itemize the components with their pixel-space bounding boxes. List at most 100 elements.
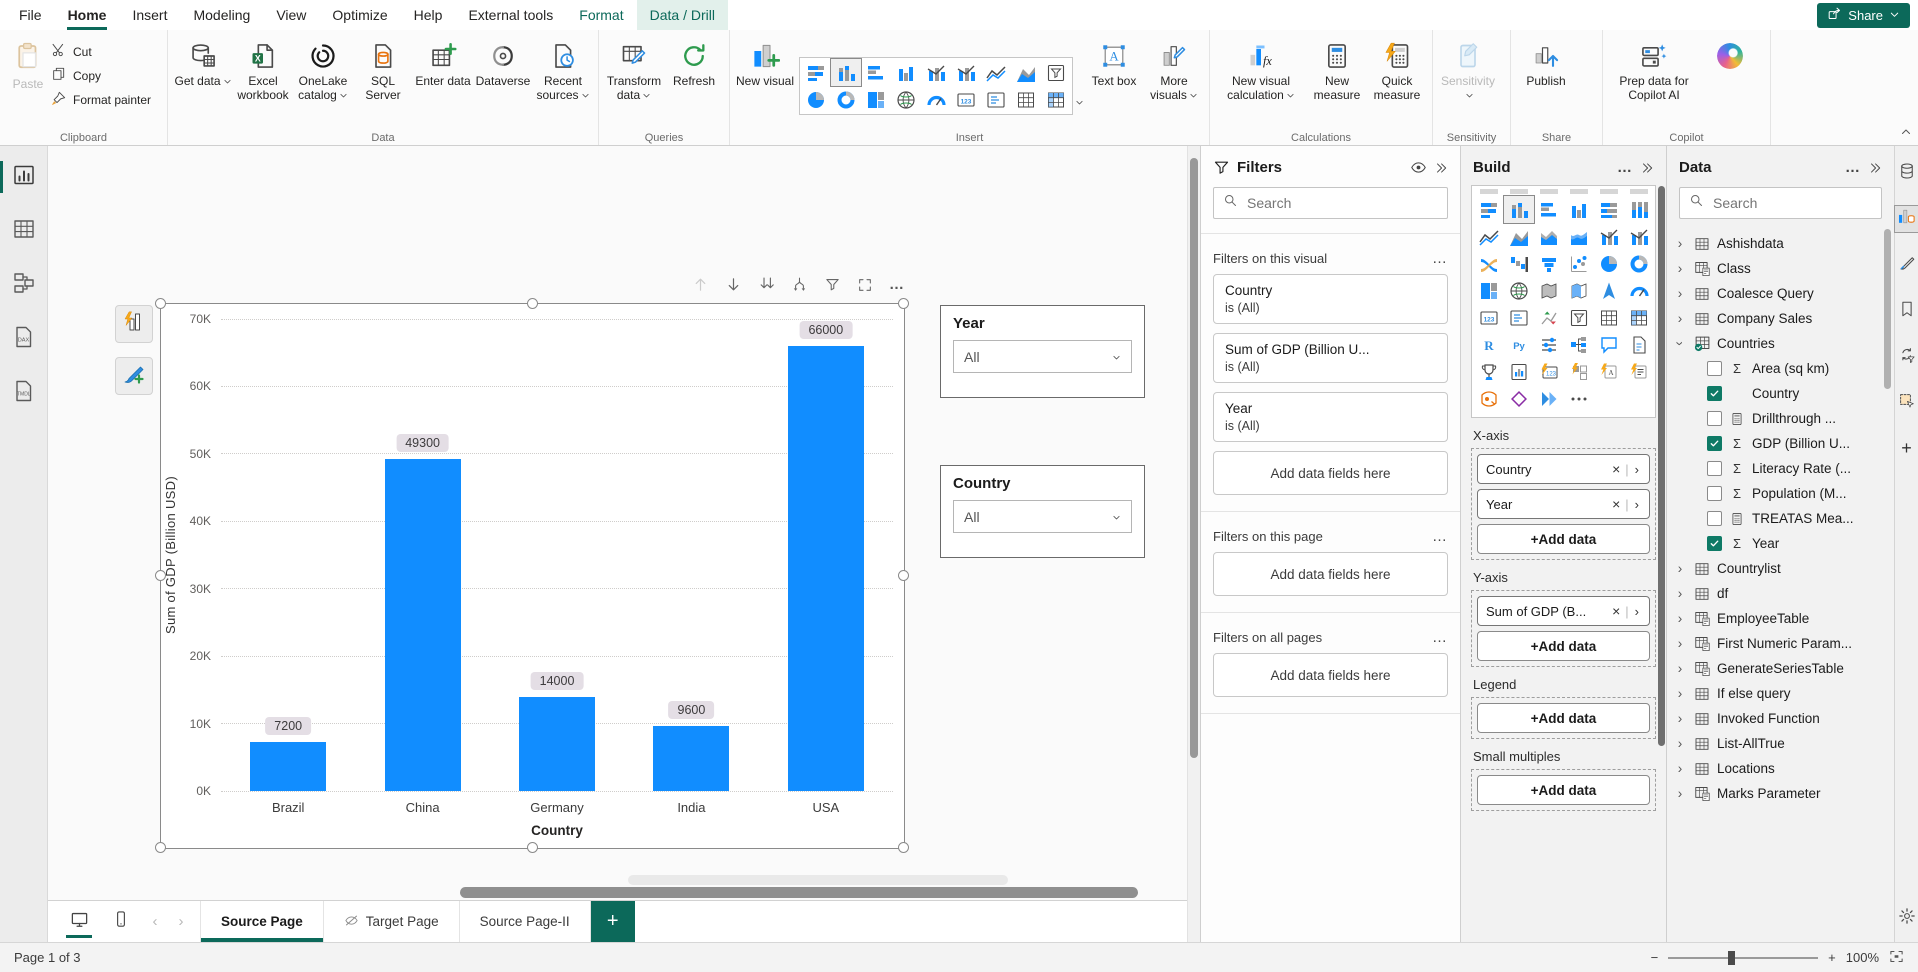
filter-section-more-icon[interactable]: …: [1432, 250, 1448, 267]
prev-page-arrow[interactable]: ‹: [142, 901, 168, 942]
checkbox-checked[interactable]: [1707, 386, 1722, 401]
insert-visual-line-chart-icon[interactable]: [981, 59, 1011, 86]
filter-section-more-icon[interactable]: …: [1432, 629, 1448, 646]
insert-visual-treemap-icon[interactable]: [861, 86, 891, 113]
more-options-icon[interactable]: …: [889, 276, 905, 293]
build-pane-more-icon[interactable]: …: [1617, 159, 1633, 176]
collapse-data-pane-icon[interactable]: [1868, 161, 1882, 175]
visual-pie-chart-icon[interactable]: [1594, 250, 1624, 277]
insert-visual-clustered-bar-chart-icon[interactable]: [861, 59, 891, 86]
visual-gauge-icon[interactable]: [1624, 277, 1654, 304]
more-visuals-button[interactable]: More visuals: [1144, 37, 1204, 104]
collapse-build-pane-icon[interactable]: [1640, 161, 1654, 175]
selection-handle[interactable]: [898, 298, 909, 309]
visual-scatter-chart-icon[interactable]: [1564, 250, 1594, 277]
menu-tab-optimize[interactable]: Optimize: [319, 0, 400, 30]
sync-slicers-pane-button[interactable]: [1895, 344, 1918, 370]
filter-funnel-icon[interactable]: [824, 276, 841, 293]
menu-tab-external-tools[interactable]: External tools: [455, 0, 566, 30]
insert-visual-map-icon[interactable]: [891, 86, 921, 113]
add-data-fields-dropzone[interactable]: Add data fields here: [1213, 451, 1448, 495]
report-canvas[interactable]: … Sum of GDP (Billion USD) 0K10K20K30K40…: [48, 146, 1187, 900]
arrow-down-icon[interactable]: [725, 276, 742, 293]
insert-visual-matrix-icon[interactable]: [1041, 86, 1071, 113]
insert-visual-area-chart-icon[interactable]: [1011, 59, 1041, 86]
visual-funnel-chart-icon[interactable]: [1534, 250, 1564, 277]
collapse-ribbon-icon[interactable]: [1900, 125, 1912, 143]
filter-card-sum-of-gdp-billion-u[interactable]: Sum of GDP (Billion U...is (All): [1213, 333, 1448, 383]
gallery-dropdown-icon[interactable]: [1075, 94, 1084, 112]
selection-pane-pane-button[interactable]: [1895, 390, 1918, 416]
field-chip-sum-of-gdp-b[interactable]: Sum of GDP (B...×|›: [1477, 596, 1650, 626]
quick-measure-button[interactable]: Quick measure: [1367, 37, 1427, 103]
sidebar-report-view-button[interactable]: [0, 160, 48, 194]
zoom-in-button[interactable]: +: [1828, 950, 1836, 965]
sidebar-table-view-button[interactable]: [0, 214, 48, 248]
expand-icon[interactable]: ›: [1673, 686, 1687, 701]
mobile-view-button[interactable]: [100, 901, 142, 942]
bar-germany[interactable]: [519, 697, 595, 791]
insert-visual-clustered-column-chart-icon[interactable]: [891, 59, 921, 86]
expand-icon[interactable]: ›: [1673, 311, 1687, 326]
canvas-vertical-scrollbar[interactable]: [1187, 146, 1200, 942]
visual-slicer-icon[interactable]: [1564, 304, 1594, 331]
sql-server-button[interactable]: SQL Server: [353, 37, 413, 103]
menu-tab-help[interactable]: Help: [401, 0, 456, 30]
field-row-gdp-billion-u[interactable]: ΣGDP (Billion U...: [1673, 431, 1894, 456]
field-chip-year[interactable]: Year×|›: [1477, 489, 1650, 519]
dataverse-button[interactable]: Dataverse: [473, 37, 533, 89]
field-chip-country[interactable]: Country×|›: [1477, 454, 1650, 484]
visual-power-bi-report-icon[interactable]: [1504, 358, 1534, 385]
table-row-list-alltrue[interactable]: ›List-AllTrue: [1673, 731, 1894, 756]
add-data-button[interactable]: +Add data: [1477, 524, 1650, 554]
visual-text-slicer-icon[interactable]: A: [1594, 358, 1624, 385]
insert-visual-line-and-stacked-column-chart-icon[interactable]: [921, 59, 951, 86]
sidebar-model-view-button[interactable]: [0, 268, 48, 302]
fit-to-page-icon[interactable]: [1889, 949, 1904, 967]
expand-icon[interactable]: ›: [1673, 786, 1687, 801]
remove-field-icon[interactable]: ×: [1607, 496, 1625, 512]
data-search[interactable]: [1679, 187, 1882, 219]
insert-visual-multi-row-card-icon[interactable]: [981, 86, 1011, 113]
visual-line-and-clustered-column-chart-icon[interactable]: [1624, 223, 1654, 250]
copy-button[interactable]: Copy: [51, 65, 151, 86]
filter-card-year[interactable]: Yearis (All): [1213, 392, 1448, 442]
selection-handle[interactable]: [155, 570, 166, 581]
data-cylinder-pane-button[interactable]: [1895, 160, 1918, 186]
selection-handle[interactable]: [527, 842, 538, 853]
visual-map-icon[interactable]: [1504, 277, 1534, 304]
visual-100-stacked-bar-chart-icon[interactable]: [1594, 196, 1624, 223]
insert-visual-card-icon[interactable]: 123: [951, 86, 981, 113]
eye-icon[interactable]: [1410, 159, 1427, 176]
insert-visual-stacked-column-chart-icon[interactable]: [831, 59, 861, 86]
refresh-button[interactable]: Refresh: [664, 37, 724, 89]
page-tab-source-page-ii[interactable]: Source Page-II: [460, 901, 591, 942]
bar-usa[interactable]: [788, 346, 864, 791]
field-row-country[interactable]: Country: [1673, 381, 1894, 406]
field-row-population-m[interactable]: ΣPopulation (M...: [1673, 481, 1894, 506]
visual-filled-map-icon[interactable]: [1534, 277, 1564, 304]
table-row-class[interactable]: ›Class: [1673, 256, 1894, 281]
insert-visual-table-icon[interactable]: [1011, 86, 1041, 113]
visual-matrix-icon[interactable]: [1624, 304, 1654, 331]
menu-tab-data-drill[interactable]: Data / Drill: [637, 0, 728, 30]
insert-visual-donut-chart-icon[interactable]: [831, 86, 861, 113]
filter-card-country[interactable]: Countryis (All): [1213, 274, 1448, 324]
field-row-treatas-mea[interactable]: TREATAS Mea...: [1673, 506, 1894, 531]
visual-qa-visual-icon[interactable]: [1594, 331, 1624, 358]
bar-china[interactable]: [385, 459, 461, 791]
new-page-button[interactable]: +: [591, 901, 635, 942]
menu-tab-home[interactable]: Home: [55, 0, 120, 30]
checkbox-unchecked[interactable]: [1707, 461, 1722, 476]
menu-tab-file[interactable]: File: [6, 0, 55, 30]
focus-mode-icon[interactable]: [857, 277, 873, 293]
visual-decomposition-tree-icon[interactable]: [1564, 331, 1594, 358]
filters-search[interactable]: [1213, 187, 1448, 219]
expand-icon[interactable]: ›: [1673, 636, 1687, 651]
expand-icon[interactable]: ›: [1673, 586, 1687, 601]
zoom-slider[interactable]: [1668, 957, 1818, 959]
field-row-year[interactable]: ΣYear: [1673, 531, 1894, 556]
drill-down-icon[interactable]: [791, 276, 808, 293]
expand-icon[interactable]: ›: [1673, 286, 1687, 301]
desktop-view-button[interactable]: [58, 901, 100, 942]
